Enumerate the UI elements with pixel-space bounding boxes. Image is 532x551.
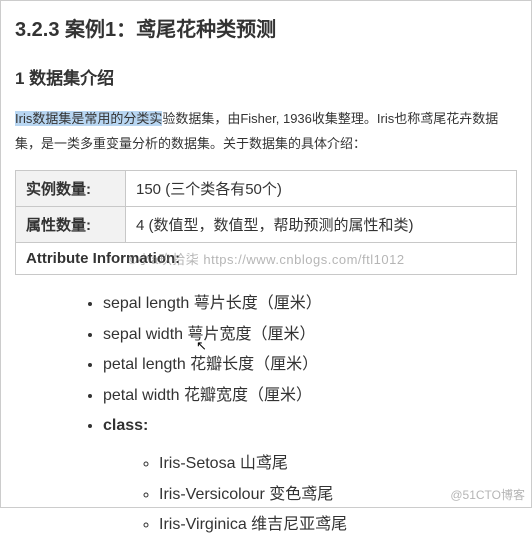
attribute-list: sepal length 萼片长度（厘米） sepal width 萼片宽度（厘… (103, 289, 517, 540)
intro-paragraph: Iris数据集是常用的分类实验数据集，由Fisher, 1936收集整理。Iri… (15, 107, 517, 156)
subsection-title: 1 数据集介绍 (15, 64, 517, 89)
list-item: petal width 花瓣宽度（厘米） (103, 381, 517, 411)
list-item: sepal length 萼片长度（厘米） (103, 289, 517, 319)
class-label: class: (103, 417, 148, 434)
document-body: 3.2.3 案例1：鸢尾花种类预测 1 数据集介绍 Iris数据集是常用的分类实… (1, 1, 531, 551)
table-row: 属性数量: 4 (数值型，数值型，帮助预测的属性和类) (16, 207, 517, 243)
list-item: Iris-Versicolour 变色鸢尾 (159, 480, 517, 510)
list-item: petal length 花瓣长度（厘米） (103, 350, 517, 380)
list-item: sepal width 萼片宽度（厘米） (103, 320, 517, 350)
info-table: 实例数量: 150 (三个类各有50个) 属性数量: 4 (数值型，数值型，帮助… (15, 170, 517, 243)
row-label: 属性数量: (16, 207, 126, 243)
highlighted-text: Iris数据集是常用的分类实 (15, 111, 162, 126)
class-label-item: class: Iris-Setosa 山鸢尾 Iris-Versicolour … (103, 411, 517, 541)
class-list: Iris-Setosa 山鸢尾 Iris-Versicolour 变色鸢尾 Ir… (159, 449, 517, 540)
section-title: 3.2.3 案例1：鸢尾花种类预测 (15, 13, 517, 42)
row-value: 150 (三个类各有50个) (126, 171, 517, 207)
list-item: Iris-Virginica 维吉尼亚鸢尾 (159, 510, 517, 540)
row-value: 4 (数值型，数值型，帮助预测的属性和类) (126, 207, 517, 243)
attribute-info-header: Attribute Information: (15, 243, 517, 275)
list-item: Iris-Setosa 山鸢尾 (159, 449, 517, 479)
table-row: 实例数量: 150 (三个类各有50个) (16, 171, 517, 207)
row-label: 实例数量: (16, 171, 126, 207)
